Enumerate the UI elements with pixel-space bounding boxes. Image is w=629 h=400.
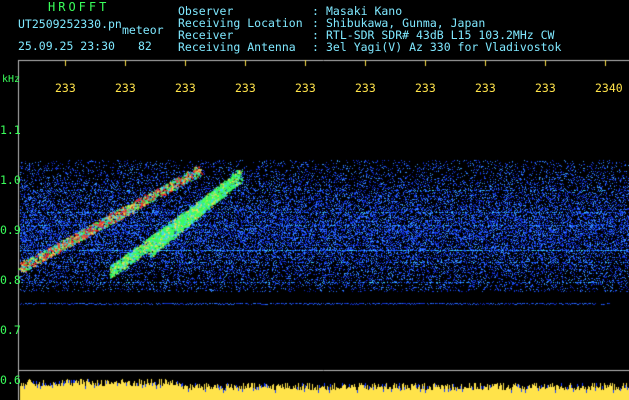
y-tick: 1.0 (0, 173, 21, 187)
x-tick: 233 (295, 81, 316, 95)
spectrogram-canvas (0, 0, 629, 400)
x-tick: 233 (415, 81, 436, 95)
x-tick: 233 (55, 81, 76, 95)
detection-label: meteor (122, 23, 164, 37)
x-tick: 233 (235, 81, 256, 95)
y-tick: 1.1 (0, 123, 21, 137)
x-tick: 233 (115, 81, 136, 95)
y-axis-unit: kHz (2, 74, 21, 85)
x-tick: 233 (475, 81, 496, 95)
datetime-label: 25.09.25 23:30 (18, 39, 115, 53)
x-tick: 2340 (595, 81, 623, 95)
y-tick: 0.7 (0, 323, 21, 337)
y-tick: 0.6 (0, 373, 21, 387)
y-tick: 0.9 (0, 223, 21, 237)
header-key: Receiving Antenna (178, 40, 296, 54)
x-tick: 233 (535, 81, 556, 95)
meteor-count: 82 (138, 39, 152, 53)
x-tick: 233 (355, 81, 376, 95)
header-row-antenna: Receiving Antenna:3el Yagi(V) Az 330 for… (178, 40, 562, 54)
header-value: 3el Yagi(V) Az 330 for Vladivostok (326, 40, 562, 54)
y-tick: 0.8 (0, 273, 21, 287)
x-tick: 233 (175, 81, 196, 95)
app-title: HROFFT (48, 0, 110, 14)
filename-label: UT2509252330.pn (18, 17, 122, 31)
